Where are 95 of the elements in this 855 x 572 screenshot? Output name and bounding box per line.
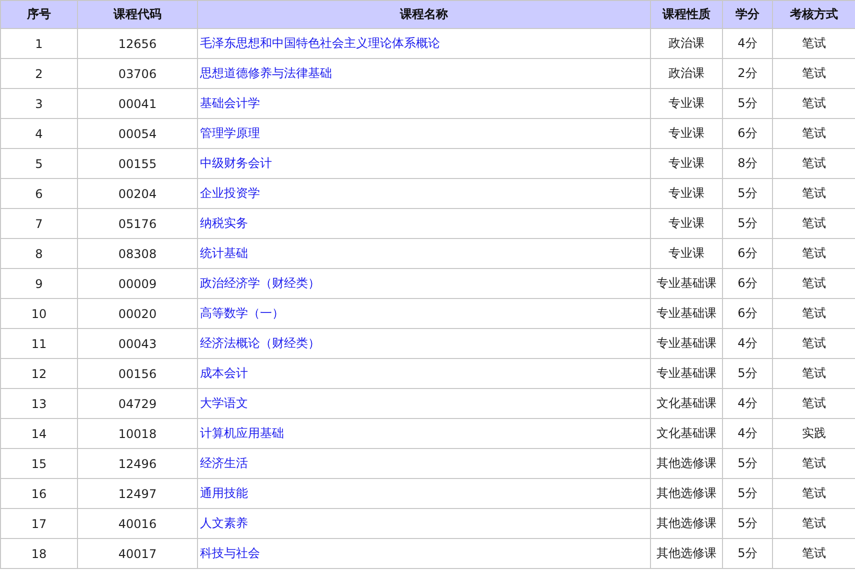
course-link[interactable]: 政治经济学（财经类） [200,276,320,290]
table-cell: 40016 [78,508,198,538]
table-cell: 专业课 [650,88,722,118]
table-cell: 4分 [722,328,772,358]
table-cell: 6分 [722,118,772,148]
table-cell: 00041 [78,88,198,118]
table-cell: 政治课 [650,28,722,58]
course-link[interactable]: 大学语文 [200,396,248,410]
table-cell: 12497 [78,478,198,508]
course-link[interactable]: 人文素养 [200,516,248,530]
table-cell: 8 [0,238,78,268]
table-cell: 2分 [722,58,772,88]
column-header: 课程名称 [198,0,650,28]
table-cell: 5分 [722,448,772,478]
column-header: 学分 [722,0,772,28]
table-cell: 6分 [722,238,772,268]
table-cell: 其他选修课 [650,508,722,538]
table-cell: 5分 [722,88,772,118]
table-cell: 4分 [722,388,772,418]
course-link[interactable]: 统计基础 [200,246,248,260]
table-cell: 5分 [722,508,772,538]
table-cell: 03706 [78,58,198,88]
table-cell: 6 [0,178,78,208]
course-link[interactable]: 经济生活 [200,456,248,470]
table-cell: 10 [0,298,78,328]
table-cell: 专业基础课 [650,328,722,358]
table-cell: 专业基础课 [650,298,722,328]
course-link[interactable]: 经济法概论（财经类） [200,336,320,350]
table-cell: 40017 [78,538,198,568]
course-link[interactable]: 高等数学（一） [200,306,284,320]
table-cell: 专业基础课 [650,268,722,298]
course-link[interactable]: 企业投资学 [200,186,260,200]
table-cell: 18 [0,538,78,568]
table-cell: 5分 [722,178,772,208]
table-cell: 其他选修课 [650,478,722,508]
table-cell: 00020 [78,298,198,328]
table-cell: 00054 [78,118,198,148]
table-cell: 政治课 [650,58,722,88]
table-cell: 专业课 [650,148,722,178]
column-header: 考核方式 [772,0,855,28]
course-link[interactable]: 成本会计 [200,366,248,380]
table-cell: 5分 [722,478,772,508]
table-cell: 17 [0,508,78,538]
table-cell: 12 [0,358,78,388]
table-cell: 3 [0,88,78,118]
table-cell: 10018 [78,418,198,448]
table-cell: 专业基础课 [650,358,722,388]
table-cell: 9 [0,268,78,298]
table-cell: 2 [0,58,78,88]
table-cell: 专业课 [650,238,722,268]
table-cell: 08308 [78,238,198,268]
course-link[interactable]: 中级财务会计 [200,156,272,170]
table-cell: 专业课 [650,178,722,208]
table-cell: 00043 [78,328,198,358]
table-cell: 15 [0,448,78,478]
course-link[interactable]: 基础会计学 [200,96,260,110]
table-cell: 5 [0,148,78,178]
course-link[interactable]: 思想道德修养与法律基础 [200,66,332,80]
course-link[interactable]: 计算机应用基础 [200,426,284,440]
column-header: 序号 [0,0,78,28]
table-cell: 5分 [722,208,772,238]
table-cell: 1 [0,28,78,58]
table-cell: 04729 [78,388,198,418]
table-cell: 7 [0,208,78,238]
table-cell: 16 [0,478,78,508]
table-cell: 12656 [78,28,198,58]
table-cell: 00156 [78,358,198,388]
table-cell: 6分 [722,298,772,328]
table-cell: 其他选修课 [650,448,722,478]
table-cell: 5分 [722,358,772,388]
table-cell: 文化基础课 [650,388,722,418]
table-cell: 4分 [722,28,772,58]
table-cell: 6分 [722,268,772,298]
table-cell: 4分 [722,418,772,448]
table-cell: 13 [0,388,78,418]
column-header: 课程性质 [650,0,722,28]
table-cell: 00009 [78,268,198,298]
table-cell: 12496 [78,448,198,478]
table-cell: 5分 [722,538,772,568]
table-cell: 05176 [78,208,198,238]
table-cell: 14 [0,418,78,448]
course-link[interactable]: 纳税实务 [200,216,248,230]
table-cell: 其他选修课 [650,538,722,568]
course-link[interactable]: 管理学原理 [200,126,260,140]
column-header: 课程代码 [78,0,198,28]
table-cell: 00155 [78,148,198,178]
table-cell: 4 [0,118,78,148]
table-cell: 11 [0,328,78,358]
course-link[interactable]: 科技与社会 [200,546,260,560]
table-cell: 专业课 [650,118,722,148]
table-cell: 8分 [722,148,772,178]
table-cell: 专业课 [650,208,722,238]
table-cell: 00204 [78,178,198,208]
course-link[interactable]: 通用技能 [200,486,248,500]
table-cell: 文化基础课 [650,418,722,448]
